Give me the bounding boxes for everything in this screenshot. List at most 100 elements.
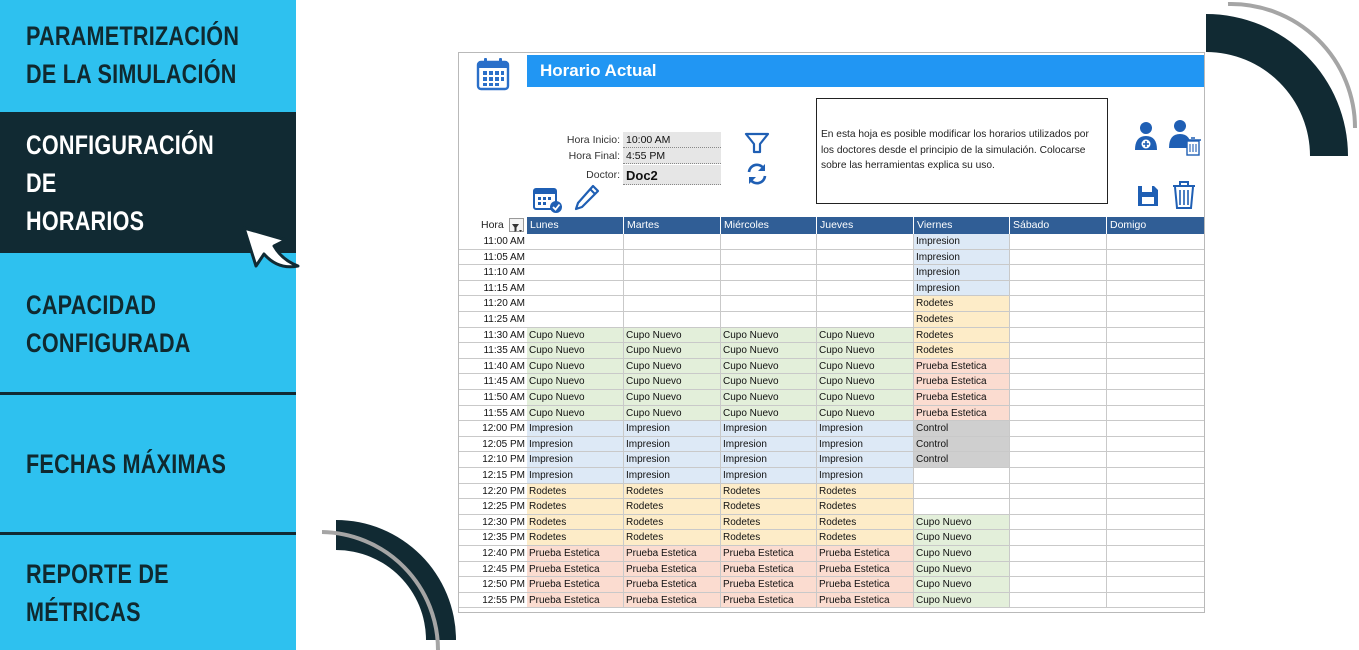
- schedule-cell[interactable]: [1107, 530, 1204, 546]
- schedule-cell[interactable]: Rodetes: [817, 514, 914, 531]
- schedule-cell[interactable]: Prueba Estetica: [817, 561, 914, 578]
- schedule-cell[interactable]: Cupo Nuevo: [817, 405, 914, 422]
- schedule-cell[interactable]: Prueba Estetica: [527, 592, 624, 609]
- schedule-cell[interactable]: [1010, 499, 1107, 515]
- schedule-cell[interactable]: [1107, 421, 1204, 437]
- schedule-cell[interactable]: [624, 312, 721, 328]
- schedule-cell[interactable]: Impresion: [817, 452, 914, 468]
- nav-item-fechas-maximas[interactable]: FECHAS MÁXIMAS: [0, 395, 296, 532]
- schedule-cell[interactable]: Rodetes: [721, 514, 817, 531]
- schedule-cell[interactable]: Rodetes: [721, 499, 817, 515]
- schedule-cell[interactable]: [1010, 343, 1107, 359]
- schedule-cell[interactable]: [527, 296, 624, 312]
- schedule-cell[interactable]: [1010, 514, 1107, 531]
- schedule-cell[interactable]: [527, 312, 624, 328]
- schedule-cell[interactable]: Cupo Nuevo: [721, 358, 817, 375]
- schedule-cell[interactable]: Impresion: [624, 421, 721, 437]
- schedule-cell[interactable]: Prueba Estetica: [624, 592, 721, 609]
- schedule-cell[interactable]: Cupo Nuevo: [721, 390, 817, 406]
- schedule-cell[interactable]: Cupo Nuevo: [914, 514, 1010, 531]
- schedule-cell[interactable]: [1010, 265, 1107, 281]
- schedule-cell[interactable]: Impresion: [914, 265, 1010, 281]
- calendar-check-icon[interactable]: [532, 186, 564, 214]
- schedule-cell[interactable]: Prueba Estetica: [721, 561, 817, 578]
- schedule-cell[interactable]: [624, 249, 721, 266]
- schedule-cell[interactable]: [721, 249, 817, 266]
- schedule-cell[interactable]: [817, 312, 914, 328]
- schedule-cell[interactable]: Impresion: [624, 436, 721, 453]
- schedule-cell[interactable]: Rodetes: [721, 530, 817, 546]
- schedule-cell[interactable]: [527, 280, 624, 297]
- schedule-cell[interactable]: Rodetes: [914, 343, 1010, 359]
- schedule-cell[interactable]: Rodetes: [624, 483, 721, 500]
- schedule-cell[interactable]: Impresion: [817, 436, 914, 453]
- schedule-cell[interactable]: Cupo Nuevo: [914, 546, 1010, 562]
- hora-final-field[interactable]: 4:55 PM: [623, 148, 721, 164]
- schedule-cell[interactable]: [721, 234, 817, 250]
- schedule-cell[interactable]: [1107, 499, 1204, 515]
- schedule-cell[interactable]: Cupo Nuevo: [624, 343, 721, 359]
- schedule-cell[interactable]: Cupo Nuevo: [817, 390, 914, 406]
- schedule-cell[interactable]: [1107, 577, 1204, 593]
- schedule-cell[interactable]: [1010, 249, 1107, 266]
- schedule-cell[interactable]: Cupo Nuevo: [527, 343, 624, 359]
- schedule-cell[interactable]: Cupo Nuevo: [624, 374, 721, 390]
- schedule-cell[interactable]: Prueba Estetica: [624, 546, 721, 562]
- funnel-icon[interactable]: [743, 131, 771, 155]
- schedule-cell[interactable]: Impresion: [527, 436, 624, 453]
- schedule-cell[interactable]: Cupo Nuevo: [624, 405, 721, 422]
- schedule-cell[interactable]: [817, 280, 914, 297]
- schedule-cell[interactable]: [1010, 546, 1107, 562]
- schedule-cell[interactable]: [1107, 374, 1204, 390]
- schedule-cell[interactable]: Cupo Nuevo: [721, 343, 817, 359]
- schedule-cell[interactable]: Prueba Estetica: [914, 374, 1010, 390]
- schedule-cell[interactable]: [1010, 234, 1107, 250]
- schedule-cell[interactable]: [1107, 406, 1204, 422]
- schedule-cell[interactable]: [1010, 312, 1107, 328]
- schedule-cell[interactable]: [721, 265, 817, 281]
- schedule-cell[interactable]: [1010, 561, 1107, 578]
- schedule-cell[interactable]: Rodetes: [624, 514, 721, 531]
- schedule-cell[interactable]: [1010, 358, 1107, 375]
- schedule-cell[interactable]: Rodetes: [527, 530, 624, 546]
- schedule-cell[interactable]: Impresion: [721, 421, 817, 437]
- filter-dropdown-button[interactable]: [509, 218, 524, 232]
- trash-icon[interactable]: [1171, 178, 1197, 210]
- schedule-cell[interactable]: [1010, 405, 1107, 422]
- schedule-cell[interactable]: Impresion: [721, 468, 817, 484]
- schedule-cell[interactable]: [1107, 562, 1204, 578]
- schedule-cell[interactable]: [817, 296, 914, 312]
- schedule-cell[interactable]: [1107, 343, 1204, 359]
- refresh-icon[interactable]: [744, 161, 770, 187]
- schedule-cell[interactable]: [1107, 452, 1204, 468]
- schedule-cell[interactable]: Prueba Estetica: [817, 592, 914, 609]
- schedule-cell[interactable]: Rodetes: [914, 312, 1010, 328]
- schedule-cell[interactable]: Prueba Estetica: [624, 577, 721, 593]
- schedule-cell[interactable]: [1107, 312, 1204, 328]
- schedule-cell[interactable]: Rodetes: [914, 296, 1010, 312]
- schedule-cell[interactable]: [1107, 234, 1204, 250]
- schedule-cell[interactable]: Cupo Nuevo: [817, 343, 914, 359]
- doctor-field[interactable]: Doc2: [623, 165, 721, 185]
- schedule-cell[interactable]: [914, 468, 1010, 484]
- schedule-cell[interactable]: [817, 265, 914, 281]
- schedule-cell[interactable]: [1010, 468, 1107, 484]
- schedule-cell[interactable]: Rodetes: [914, 327, 1010, 344]
- schedule-cell[interactable]: Prueba Estetica: [817, 546, 914, 562]
- schedule-cell[interactable]: [1010, 421, 1107, 437]
- schedule-cell[interactable]: Prueba Estetica: [914, 405, 1010, 422]
- schedule-cell[interactable]: [1010, 296, 1107, 312]
- schedule-cell[interactable]: Prueba Estetica: [527, 546, 624, 562]
- schedule-cell[interactable]: [1010, 436, 1107, 453]
- schedule-cell[interactable]: Impresion: [527, 452, 624, 468]
- schedule-cell[interactable]: [527, 249, 624, 266]
- schedule-cell[interactable]: Cupo Nuevo: [624, 390, 721, 406]
- schedule-cell[interactable]: Cupo Nuevo: [817, 374, 914, 390]
- schedule-cell[interactable]: Cupo Nuevo: [817, 358, 914, 375]
- schedule-cell[interactable]: [1107, 468, 1204, 484]
- schedule-cell[interactable]: [1107, 359, 1204, 375]
- schedule-cell[interactable]: [1107, 484, 1204, 500]
- schedule-cell[interactable]: [721, 296, 817, 312]
- schedule-cell[interactable]: [527, 265, 624, 281]
- schedule-cell[interactable]: [1010, 530, 1107, 546]
